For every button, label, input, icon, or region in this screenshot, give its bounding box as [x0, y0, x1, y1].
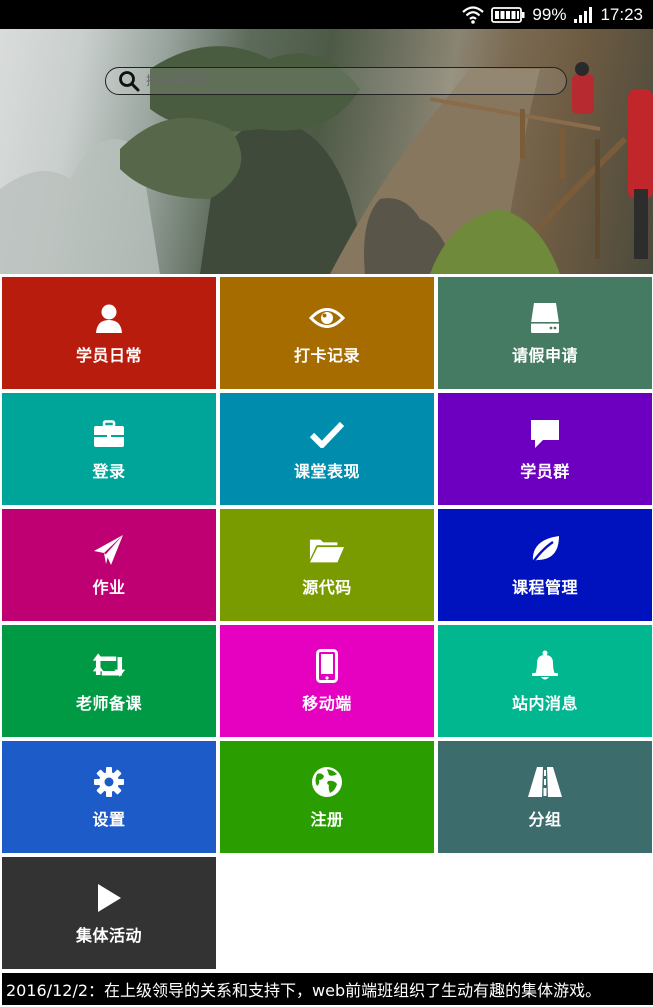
tile-label: 移动端 [302, 694, 352, 713]
tile-label: 登录 [92, 462, 126, 481]
tile-label: 学员群 [520, 462, 570, 481]
news-ticker[interactable]: 2016/12/2：在上级领导的关系和支持下，web前端班组织了生动有趣的集体游… [2, 973, 653, 1005]
tile-7[interactable]: 作业 [2, 509, 216, 621]
tile-12[interactable]: 站内消息 [438, 625, 652, 737]
retweet-icon [91, 648, 127, 684]
tile-label: 注册 [310, 810, 344, 829]
tile-label: 源代码 [302, 578, 352, 597]
tile-14[interactable]: 注册 [220, 741, 434, 853]
gear-icon [91, 764, 127, 800]
battery-percent: 99% [532, 4, 567, 24]
search-input[interactable] [146, 73, 546, 89]
eye-icon [309, 300, 345, 336]
globe-icon [309, 764, 345, 800]
tile-5[interactable]: 课堂表现 [220, 393, 434, 505]
hero-photo [0, 46, 653, 274]
tile-label: 老师备课 [75, 694, 142, 713]
tile-label: 课堂表现 [293, 462, 360, 481]
tile-label: 学员日常 [75, 346, 142, 365]
folder-open-icon [309, 532, 345, 568]
chat-bubble-icon [527, 416, 563, 452]
play-icon [91, 880, 127, 916]
clock-time: 17:23 [600, 4, 643, 24]
tile-10[interactable]: 老师备课 [2, 625, 216, 737]
tile-label: 设置 [92, 810, 126, 829]
road-icon [527, 764, 563, 800]
hard-drive-icon [527, 300, 563, 336]
briefcase-icon [91, 416, 127, 452]
checkmark-icon [309, 416, 345, 452]
tile-9[interactable]: 课程管理 [438, 509, 652, 621]
mobile-phone-icon [309, 648, 345, 684]
user-icon [91, 300, 127, 336]
tile-15[interactable]: 分组 [438, 741, 652, 853]
tile-2[interactable]: 打卡记录 [220, 277, 434, 389]
tile-label: 课程管理 [511, 578, 578, 597]
hero-banner[interactable] [0, 29, 653, 274]
paper-plane-icon [91, 532, 127, 568]
tile-11[interactable]: 移动端 [220, 625, 434, 737]
signal-icon [573, 6, 593, 24]
search-bar[interactable] [105, 67, 567, 95]
news-text: 2016/12/2：在上级领导的关系和支持下，web前端班组织了生动有趣的集体游… [6, 981, 602, 1000]
tile-label: 请假申请 [511, 346, 578, 365]
status-bar: 99% 17:23 [0, 0, 653, 29]
tile-8[interactable]: 源代码 [220, 509, 434, 621]
tile-label: 打卡记录 [293, 346, 360, 365]
tile-label: 站内消息 [511, 694, 578, 713]
tile-label: 作业 [92, 578, 126, 597]
wifi-icon [462, 5, 485, 24]
tile-4[interactable]: 登录 [2, 393, 216, 505]
tile-16[interactable]: 集体活动 [2, 857, 216, 969]
tile-1[interactable]: 学员日常 [2, 277, 216, 389]
battery-icon [491, 6, 525, 24]
search-icon[interactable] [118, 70, 140, 92]
tile-label: 集体活动 [75, 926, 142, 945]
tile-label: 分组 [528, 810, 562, 829]
leaf-icon [527, 532, 563, 568]
tile-6[interactable]: 学员群 [438, 393, 652, 505]
tile-3[interactable]: 请假申请 [438, 277, 652, 389]
bell-icon [527, 648, 563, 684]
tile-13[interactable]: 设置 [2, 741, 216, 853]
